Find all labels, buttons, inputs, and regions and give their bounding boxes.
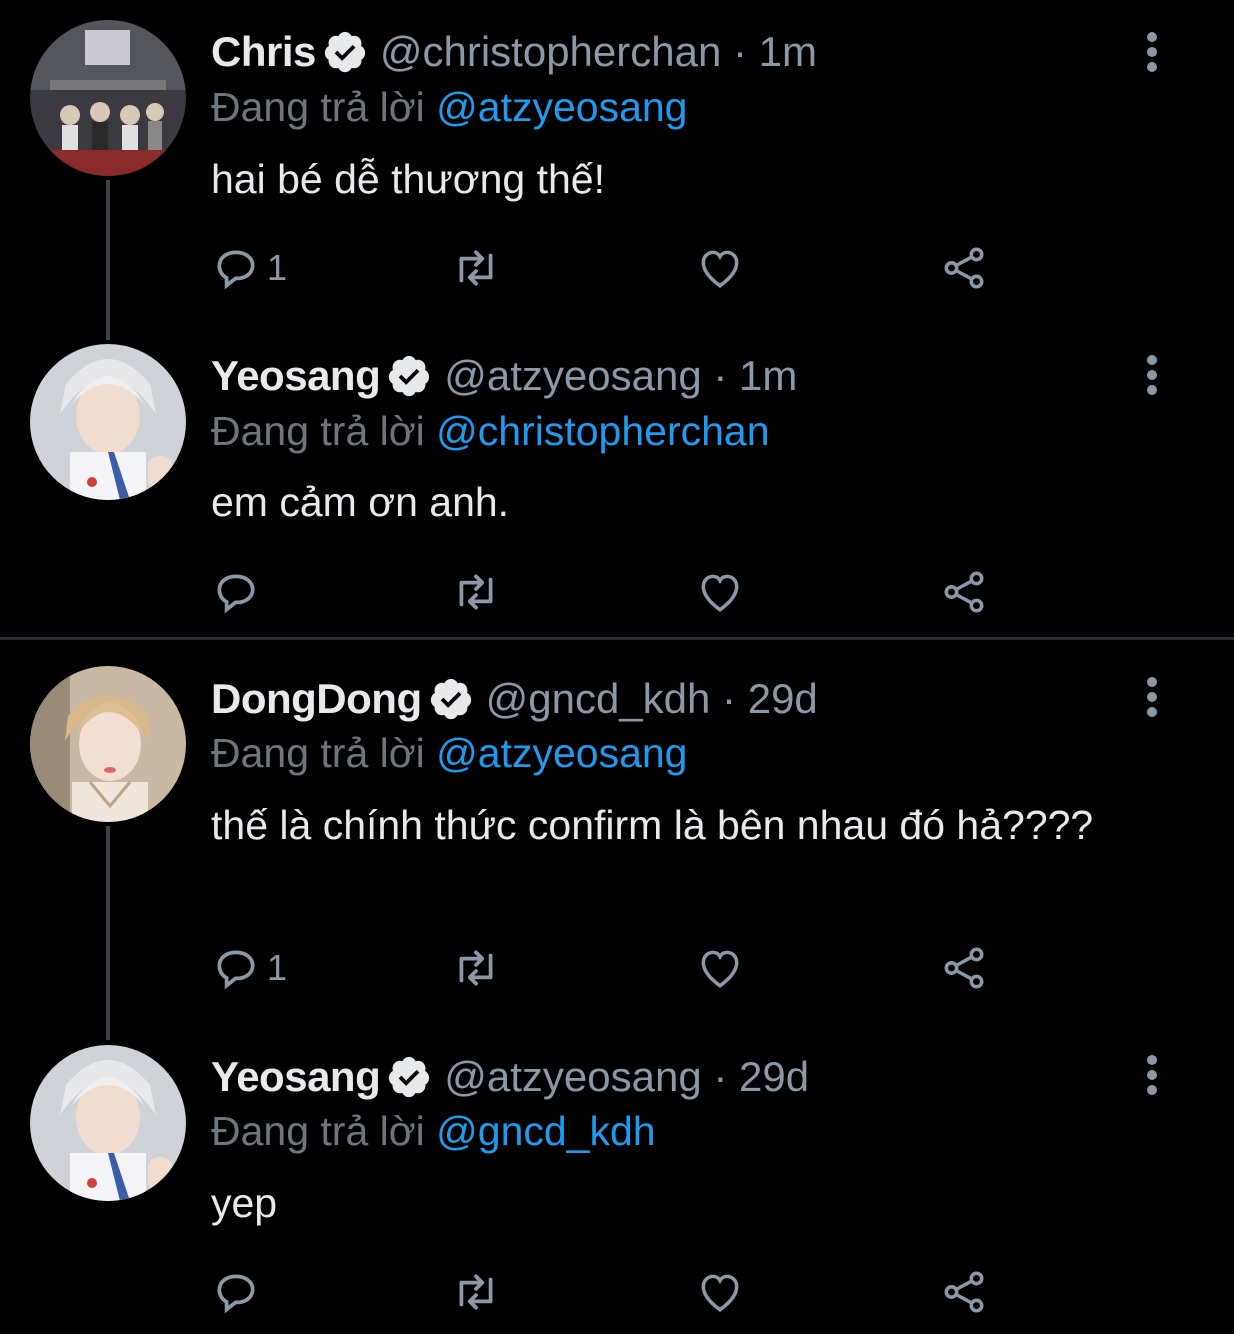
handle-and-time: @atzyeosang · 1m (444, 352, 798, 399)
like-button[interactable] (695, 564, 745, 620)
display-name[interactable]: Chris (211, 28, 316, 76)
mention-link[interactable]: @gncd_kdh (436, 1108, 655, 1154)
display-name[interactable]: Yeosang (211, 352, 381, 400)
retweet-icon (459, 574, 493, 610)
tweet[interactable]: Yeosang @atzyeosang · 1m Đang trả lời @c… (0, 330, 1234, 630)
handle-and-time: @atzyeosang · 29d (444, 1053, 810, 1100)
tweet[interactable]: Yeosang @atzyeosang · 29d Đang trả lời @… (0, 1030, 1234, 1334)
reply-icon (217, 574, 255, 614)
replying-to: Đang trả lời @atzyeosang (211, 84, 687, 131)
more-options-icon[interactable] (1140, 1050, 1164, 1100)
reply-icon (217, 950, 255, 990)
retweet-icon (459, 950, 493, 986)
avatar[interactable] (30, 666, 186, 822)
more-options-icon[interactable] (1140, 672, 1164, 722)
more-options-icon[interactable] (1140, 350, 1164, 400)
like-button[interactable] (695, 940, 745, 996)
share-icon (944, 1271, 984, 1313)
share-button[interactable] (939, 240, 989, 296)
verified-badge-icon (324, 31, 365, 73)
share-button[interactable] (939, 1264, 989, 1320)
retweet-button[interactable] (451, 564, 501, 620)
replying-to-label: Đang trả lời (211, 84, 425, 130)
retweet-button[interactable] (451, 240, 501, 296)
mention-link[interactable]: @atzyeosang (436, 84, 687, 130)
mention-link[interactable]: @christopherchan (436, 408, 769, 454)
reply-count: 1 (267, 947, 288, 988)
retweet-icon (459, 250, 493, 286)
reply-icon (217, 1274, 255, 1314)
share-icon (944, 947, 984, 989)
reply-button[interactable] (211, 564, 267, 620)
display-name[interactable]: Yeosang (211, 1053, 381, 1101)
heart-icon (701, 950, 739, 988)
retweet-icon (459, 1274, 493, 1310)
replying-to: Đang trả lời @gncd_kdh (211, 1108, 656, 1155)
verified-badge-icon (389, 355, 430, 397)
tweet-text: hai bé dễ thương thế! (211, 156, 606, 202)
avatar[interactable] (30, 344, 186, 500)
replying-to: Đang trả lời @christopherchan (211, 408, 770, 455)
share-icon (944, 247, 984, 289)
share-icon (944, 571, 984, 613)
heart-icon (701, 574, 739, 612)
replying-to-label: Đang trả lời (211, 408, 425, 454)
verified-badge-icon (430, 678, 471, 720)
verified-badge-icon (389, 1056, 430, 1098)
share-button[interactable] (939, 564, 989, 620)
heart-icon (701, 1274, 739, 1312)
reply-button[interactable]: 1 (211, 940, 287, 996)
tweet[interactable]: DongDong @gncd_kdh · 29d Đang trả lời @a… (0, 650, 1234, 1030)
retweet-button[interactable] (451, 1264, 501, 1320)
thread-divider (0, 637, 1234, 640)
share-button[interactable] (939, 940, 989, 996)
display-name[interactable]: DongDong (211, 675, 422, 723)
replying-to-label: Đang trả lời (211, 1108, 425, 1154)
more-options-icon[interactable] (1140, 27, 1164, 77)
like-button[interactable] (695, 240, 745, 296)
tweet-text: yep (211, 1180, 278, 1226)
handle-and-time: @gncd_kdh · 29d (485, 675, 818, 722)
reply-button[interactable]: 1 (211, 240, 287, 296)
handle-and-time: @christopherchan · 1m (379, 28, 818, 75)
like-button[interactable] (695, 1264, 745, 1320)
avatar[interactable] (30, 20, 186, 176)
replying-to-label: Đang trả lời (211, 730, 425, 776)
reply-icon (217, 250, 255, 290)
avatar[interactable] (30, 1045, 186, 1201)
tweet-text: em cảm ơn anh. (211, 479, 510, 525)
mention-link[interactable]: @atzyeosang (436, 730, 687, 776)
retweet-button[interactable] (451, 940, 501, 996)
heart-icon (701, 250, 739, 288)
reply-button[interactable] (211, 1264, 267, 1320)
reply-count: 1 (267, 247, 288, 288)
tweet[interactable]: Chris @christopherchan · 1m Đang trả lời… (0, 0, 1234, 320)
tweet-text: thế là chính thức confirm là bên nhau đó… (211, 802, 1094, 848)
replying-to: Đang trả lời @atzyeosang (211, 730, 687, 777)
